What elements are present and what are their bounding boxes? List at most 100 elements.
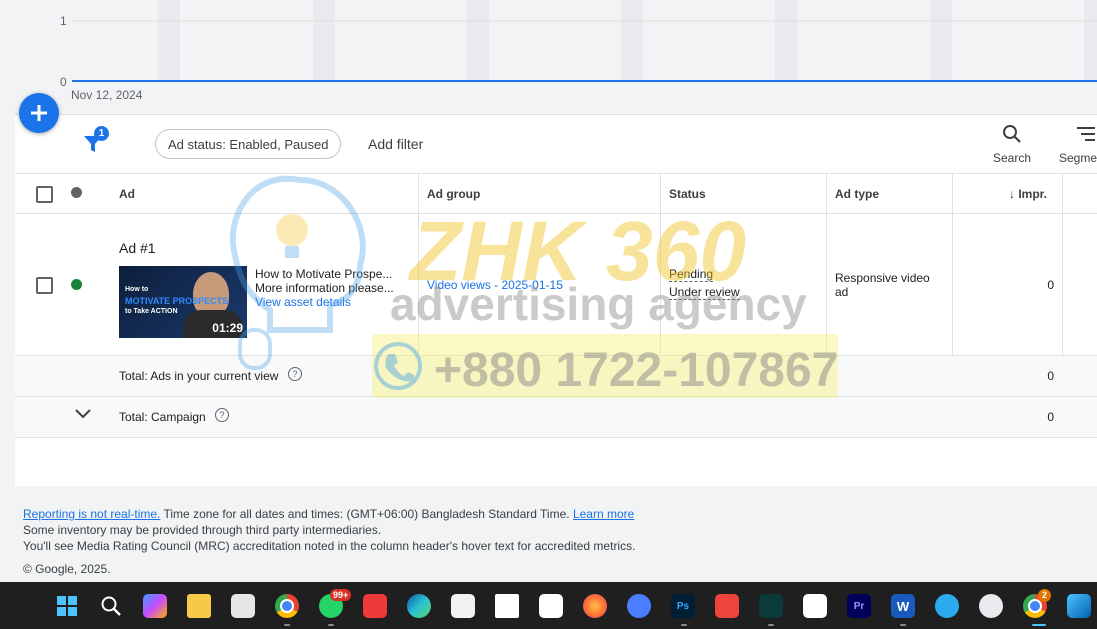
reporting-realtime-link[interactable]: Reporting is not real-time. (23, 507, 160, 521)
running-indicator (328, 624, 334, 626)
segment-button[interactable]: Segme (1055, 123, 1097, 165)
vivaldi-icon[interactable] (363, 594, 387, 618)
select-all-checkbox[interactable] (36, 186, 53, 203)
col-header-impr-label: Impr. (1018, 187, 1048, 201)
photos-icon[interactable] (1067, 594, 1091, 618)
sort-arrow-down-icon: ↓ (1009, 187, 1019, 201)
running-indicator (284, 624, 290, 626)
col-header-status[interactable]: Status (669, 187, 706, 201)
help-icon[interactable]: ? (288, 367, 302, 381)
grid-band (467, 0, 489, 82)
ad-status-filter-chip[interactable]: Ad status: Enabled, Paused (155, 129, 342, 159)
chrome-center (280, 599, 294, 613)
row-checkbox[interactable] (36, 277, 53, 294)
total-campaign-label: Total: Campaign (119, 410, 206, 424)
photoshop-icon[interactable]: Ps (671, 594, 695, 618)
view-asset-details-link[interactable]: View asset details (255, 295, 351, 309)
total-current-view-label: Total: Ads in your current view (119, 369, 279, 383)
snipping-tool-icon[interactable] (231, 594, 255, 618)
sync-icon[interactable] (627, 594, 651, 618)
video-description: More information please... (255, 281, 394, 295)
status-under-review[interactable]: Under review (669, 285, 740, 300)
total-campaign-impr: 0 (1047, 410, 1054, 424)
ad-type-value: Responsive video ad (835, 271, 930, 299)
y-tick-0: 0 (60, 75, 67, 89)
search-icon[interactable] (99, 594, 123, 618)
windows-taskbar: 99+ Ps Pr W 2 (0, 582, 1097, 629)
grid-band (158, 0, 180, 82)
filmora-icon[interactable] (759, 594, 783, 618)
footer-line-3: You'll see Media Rating Council (MRC) ac… (23, 539, 636, 553)
chrome-2-center (1028, 599, 1042, 613)
video-title: How to Motivate Prospe... (255, 267, 393, 281)
status-pending[interactable]: Pending (669, 267, 714, 282)
copilot-icon[interactable] (143, 594, 167, 618)
impr-value: 0 (1047, 278, 1054, 292)
grid-band (930, 0, 952, 82)
running-indicator (768, 624, 774, 626)
performance-chart: 1 0 Nov 12, 2024 (60, 0, 1097, 102)
file-explorer-icon[interactable] (187, 594, 211, 618)
running-indicator (681, 624, 687, 626)
chrome-badge: 2 (1038, 589, 1051, 602)
word-icon[interactable]: W (891, 594, 915, 618)
whatsapp-badge: 99+ (330, 589, 352, 601)
premiere-icon[interactable]: Pr (847, 594, 871, 618)
ad-title: Ad #1 (119, 240, 156, 256)
telegram-icon[interactable] (935, 594, 959, 618)
ad-group-link[interactable]: Video views - 2025-01-15 (427, 278, 563, 292)
header-divider (15, 213, 1097, 214)
enabled-status-dot (71, 279, 82, 290)
running-indicator (900, 624, 906, 626)
add-button[interactable] (19, 93, 59, 133)
table-toolbar: 1 Ad status: Enabled, Paused Add filter … (15, 115, 1097, 174)
capcut-2-icon[interactable] (803, 594, 827, 618)
row-divider (15, 437, 1097, 438)
col-header-ad-group[interactable]: Ad group (427, 187, 480, 201)
learn-more-link[interactable]: Learn more (573, 507, 634, 521)
x-tick-label: Nov 12, 2024 (71, 88, 143, 102)
total-current-view-impr: 0 (1047, 369, 1054, 383)
copyright: © Google, 2025. (23, 562, 111, 576)
firefox-icon[interactable] (583, 594, 607, 618)
y-tick-1: 1 (60, 14, 67, 28)
col-header-ad-type[interactable]: Ad type (835, 187, 879, 201)
plus-icon (31, 105, 47, 121)
footer-notes: Reporting is not real-time. Time zone fo… (23, 506, 635, 554)
filter-count-badge: 1 (94, 126, 109, 141)
microsoft-store-icon[interactable] (451, 594, 475, 618)
chart-gridbands (158, 0, 1097, 82)
thumbnail-caption-1: How to (125, 286, 149, 293)
grid-band (621, 0, 643, 82)
search-icon (1003, 125, 1021, 143)
video-duration: 01:29 (212, 321, 243, 335)
status-column-dot (71, 187, 82, 198)
chrome-icon[interactable] (275, 594, 299, 618)
grid-band (1084, 0, 1097, 82)
chevron-down-icon[interactable] (75, 408, 91, 420)
app-icon[interactable] (979, 594, 1003, 618)
footer-line-1: Reporting is not real-time. Time zone fo… (23, 506, 635, 522)
search-button[interactable]: Search (985, 123, 1039, 165)
segment-icon (1077, 127, 1095, 141)
grid-band (775, 0, 797, 82)
timezone-text: Time zone for all dates and times: (GMT+… (160, 507, 573, 521)
capcut-icon[interactable] (539, 594, 563, 618)
search-label: Search (992, 151, 1032, 165)
help-icon[interactable]: ? (215, 408, 229, 422)
windows-start-icon[interactable] (55, 594, 79, 618)
segment-label: Segme (1059, 151, 1097, 165)
video-thumbnail[interactable]: How to MOTIVATE PROSPECTS to Take ACTION… (119, 266, 247, 338)
grid-band (313, 0, 335, 82)
col-header-ad[interactable]: Ad (119, 187, 135, 201)
anydesk-icon[interactable] (715, 594, 739, 618)
col-header-impr[interactable]: ↓ Impr. (1009, 187, 1047, 201)
add-filter-button[interactable]: Add filter (368, 136, 423, 152)
running-indicator (1032, 624, 1046, 626)
edge-icon[interactable] (407, 594, 431, 618)
ads-table-card: 1 Ad status: Enabled, Paused Add filter … (15, 114, 1097, 486)
thumbnail-caption-3: to Take ACTION (125, 308, 178, 315)
thumbnail-caption-2: MOTIVATE PROSPECTS (125, 296, 229, 306)
notepad-icon[interactable] (495, 594, 519, 618)
footer-line-2: Some inventory may be provided through t… (23, 523, 382, 537)
